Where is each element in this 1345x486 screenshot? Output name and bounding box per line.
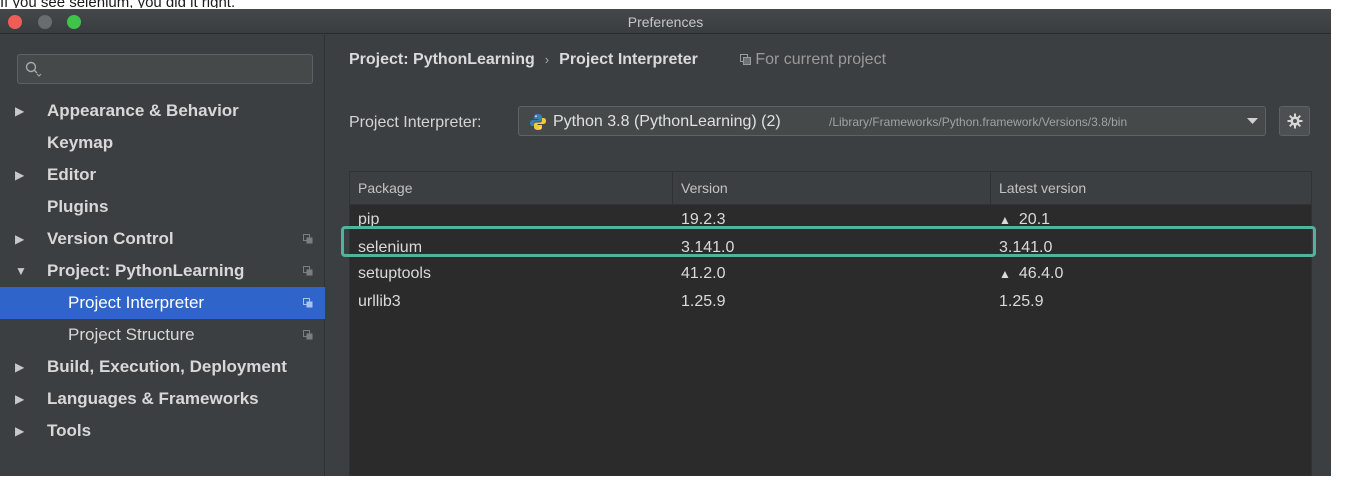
sidebar-item-project-structure[interactable]: Project Structure (0, 319, 325, 351)
table-row[interactable]: setuptools 41.2.0 ▲ 46.4.0 (350, 260, 1311, 288)
package-version: 41.2.0 (681, 265, 726, 282)
table-header: Package Version Latest version (350, 172, 1311, 205)
sidebar-item-label: Tools (47, 421, 92, 440)
sidebar-item-appearance-behavior[interactable]: ▶ Appearance & Behavior (0, 95, 325, 127)
sidebar-item-label: Appearance & Behavior (47, 101, 239, 120)
package-latest: 3.141.0 (991, 234, 1052, 262)
breadcrumb-separator: › (544, 52, 550, 67)
table-row[interactable]: pip 19.2.3 ▲ 20.1 (350, 206, 1311, 234)
table-row[interactable]: urllib3 1.25.9 1.25.9 (350, 288, 1311, 316)
settings-tree: ▶ Appearance & Behavior Keymap ▶ Editor … (0, 95, 325, 447)
sidebar-item-label: Keymap (47, 133, 114, 152)
sidebar-item-label: Project: PythonLearning (47, 261, 245, 280)
project-scope-icon (740, 54, 752, 65)
project-scope-icon (303, 266, 313, 276)
sidebar-item-version-control[interactable]: ▶ Version Control (0, 223, 325, 255)
project-scope-icon (303, 298, 313, 308)
expand-arrow-icon[interactable]: ▶ (15, 159, 29, 191)
upgrade-available-icon: ▲ (999, 213, 1011, 227)
interpreter-settings-button[interactable] (1279, 106, 1310, 136)
package-latest: ▲ 20.1 (991, 206, 1050, 234)
project-scope-icon (303, 234, 313, 244)
settings-search-input[interactable] (48, 59, 303, 79)
interpreter-path: /Library/Frameworks/Python.framework/Ver… (829, 115, 1128, 129)
sidebar-item-project-interpreter[interactable]: Project Interpreter (0, 287, 325, 319)
package-name: urllib3 (358, 293, 401, 310)
packages-table: Package Version Latest version pip 19.2.… (349, 171, 1312, 476)
sidebar-item-label: Version Control (47, 229, 174, 248)
scope-label: For current project (755, 51, 887, 68)
sidebar-item-label: Project Interpreter (68, 293, 205, 312)
column-header-version[interactable]: Version (673, 172, 991, 205)
scope-note: For current project (740, 51, 886, 68)
expand-arrow-icon[interactable]: ▶ (15, 415, 29, 447)
settings-content: Project: PythonLearning › Project Interpre… (326, 35, 1331, 476)
interpreter-label: Project Interpreter: (349, 114, 482, 131)
package-version: 19.2.3 (681, 211, 726, 228)
upgrade-available-icon: ▲ (999, 267, 1011, 281)
breadcrumb-parent[interactable]: Project: PythonLearning (349, 51, 535, 68)
dropdown-arrow-icon[interactable] (1241, 107, 1265, 135)
breadcrumb-current: Project Interpreter (559, 51, 698, 68)
package-name: pip (358, 211, 380, 228)
sidebar-item-keymap[interactable]: Keymap (0, 127, 325, 159)
sidebar-item-languages-frameworks[interactable]: ▶ Languages & Frameworks (0, 383, 325, 415)
settings-search-box[interactable] (17, 54, 313, 84)
latest-version-value: 46.4.0 (1018, 265, 1064, 282)
latest-version-value: 3.141.0 (999, 239, 1053, 256)
interpreter-name: Python 3.8 (PythonLearning) (2) (553, 113, 781, 130)
package-version: 1.25.9 (681, 293, 726, 310)
package-latest: ▲ 46.4.0 (991, 260, 1063, 288)
package-version: 3.141.0 (681, 239, 735, 256)
column-header-latest-version[interactable]: Latest version (991, 172, 1313, 205)
expand-arrow-icon[interactable]: ▶ (15, 351, 29, 383)
sidebar-item-label: Languages & Frameworks (47, 389, 259, 408)
sidebar-item-project-pythonlearning[interactable]: ▼ Project: PythonLearning (0, 255, 325, 287)
sidebar-item-label: Build, Execution, Deployment (47, 357, 287, 376)
package-name: setuptools (358, 265, 431, 282)
sidebar-item-tools[interactable]: ▶ Tools (0, 415, 325, 447)
caption-text: If you see selenium, you did it right. (0, 0, 1345, 8)
sidebar-item-plugins[interactable]: Plugins (0, 191, 325, 223)
expand-arrow-icon[interactable]: ▶ (15, 223, 29, 255)
window-title: Preferences (627, 14, 704, 30)
latest-version-value: 20.1 (1018, 211, 1051, 228)
package-latest: 1.25.9 (991, 288, 1043, 316)
settings-sidebar: ▶ Appearance & Behavior Keymap ▶ Editor … (0, 35, 325, 476)
python-icon (529, 113, 547, 135)
expand-arrow-icon[interactable]: ▶ (15, 383, 29, 415)
search-icon (24, 60, 42, 83)
breadcrumb: Project: PythonLearning › Project Interpre… (349, 51, 886, 69)
title-bar: Preferences (0, 9, 1331, 34)
gear-icon (1287, 113, 1303, 129)
sidebar-item-editor[interactable]: ▶ Editor (0, 159, 325, 191)
sidebar-item-build-execution-deployment[interactable]: ▶ Build, Execution, Deployment (0, 351, 325, 383)
sidebar-item-label: Editor (47, 165, 97, 184)
sidebar-item-label: Project Structure (68, 325, 195, 344)
project-scope-icon (303, 330, 313, 340)
sidebar-item-label: Plugins (47, 197, 109, 216)
preferences-window: Preferences ▶ Appearance & Behavior Keym… (0, 9, 1331, 476)
package-name: selenium (358, 239, 423, 256)
expand-arrow-icon[interactable]: ▶ (15, 95, 29, 127)
latest-version-value: 1.25.9 (999, 293, 1044, 310)
collapse-arrow-icon[interactable]: ▼ (15, 255, 29, 287)
interpreter-dropdown[interactable]: Python 3.8 (PythonLearning) (2) /Library… (518, 106, 1266, 136)
table-row[interactable]: selenium 3.141.0 3.141.0 (350, 234, 1311, 262)
column-header-package[interactable]: Package (350, 172, 673, 205)
